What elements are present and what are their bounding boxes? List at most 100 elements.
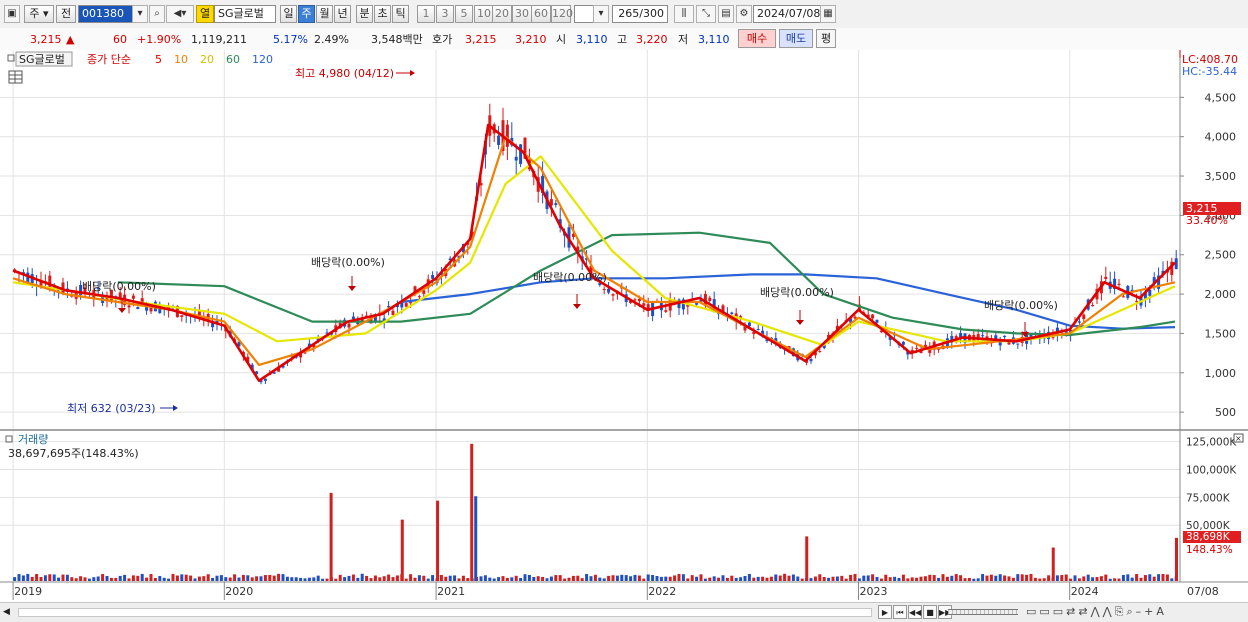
save-icon[interactable]: ▤ xyxy=(718,5,734,23)
volume-bar xyxy=(444,576,448,581)
chevron-down-icon[interactable]: ▾ xyxy=(593,5,609,23)
interval-6[interactable]: 60 xyxy=(531,5,551,23)
legend-ma-10[interactable]: 10 xyxy=(174,53,188,66)
sound-icon[interactable]: ◀▾ xyxy=(166,5,194,23)
search-icon[interactable]: ⌕ xyxy=(149,5,165,23)
volume-bar xyxy=(118,575,122,581)
volume-bar xyxy=(131,575,135,581)
line-tool-icon[interactable]: ⤡ xyxy=(696,5,716,23)
volume-bar xyxy=(655,575,659,581)
legend-ma-20[interactable]: 20 xyxy=(200,53,214,66)
volume-bar xyxy=(809,578,813,581)
legend-ma-5[interactable]: 5 xyxy=(155,53,162,66)
volume-bar xyxy=(677,573,681,581)
volume-bar xyxy=(395,575,399,581)
candle-body xyxy=(915,347,919,349)
volume-bar xyxy=(299,577,303,581)
volume-bar xyxy=(109,577,113,581)
volume-bar xyxy=(162,577,166,581)
volume-bar xyxy=(479,576,483,581)
window-icon[interactable]: ▣ xyxy=(4,5,20,23)
volume-bar xyxy=(563,578,567,581)
volume-bar xyxy=(752,577,756,581)
interval-1[interactable]: 3 xyxy=(436,5,454,23)
buy-button[interactable]: 매수 xyxy=(738,29,776,48)
scroll-left-icon[interactable]: ◀ xyxy=(3,606,15,619)
period-0[interactable]: 일 xyxy=(280,5,297,23)
volume-bar xyxy=(1007,576,1011,581)
nav-button-1[interactable]: ⏮ xyxy=(893,605,907,619)
period-3[interactable]: 년 xyxy=(334,5,351,23)
volume-bar xyxy=(941,574,945,581)
volume-bar xyxy=(312,577,316,581)
eval-button[interactable]: 평 xyxy=(816,29,836,48)
period-6[interactable]: 틱 xyxy=(392,5,409,23)
zoom-slider[interactable] xyxy=(948,609,1018,615)
volume-bar xyxy=(413,577,417,581)
volume-bar xyxy=(853,573,857,581)
period-5[interactable]: 초 xyxy=(374,5,391,23)
volume-bar xyxy=(910,577,914,581)
volume-bar xyxy=(1038,578,1042,581)
nav-button-2[interactable]: ◀◀ xyxy=(908,605,922,619)
volume-bar xyxy=(976,578,980,581)
x-tick-label: 2022 xyxy=(648,585,676,598)
svg-text:×: × xyxy=(1235,434,1242,443)
market-select[interactable]: 주 ▾ xyxy=(24,5,54,23)
volume-bar xyxy=(1139,577,1143,581)
legend-ma-60[interactable]: 60 xyxy=(226,53,240,66)
current-price: 3,215 xyxy=(30,33,62,46)
volume-bar xyxy=(378,577,382,581)
period-1[interactable]: 주 xyxy=(298,5,315,23)
high-annotation: 최고 4,980 (04/12) xyxy=(295,67,394,80)
volume-bar xyxy=(1113,578,1117,581)
volume-bar xyxy=(1152,576,1156,581)
date-field[interactable]: 2024/07/08 xyxy=(753,5,821,23)
interval-7[interactable]: 120 xyxy=(551,5,573,23)
volume-bar xyxy=(725,577,729,581)
interval-5[interactable]: 30 xyxy=(512,5,532,23)
open-button[interactable]: 열 xyxy=(196,5,214,23)
volume-bar xyxy=(325,578,329,581)
trade-amount: 3,548백만 xyxy=(371,33,423,46)
stock-chart[interactable]: 4,5004,0003,5003,0002,5002,0001,5001,000… xyxy=(0,50,1248,602)
candle-icon[interactable]: ⫼ xyxy=(674,5,694,23)
interval-3[interactable]: 10 xyxy=(474,5,494,23)
change-value: 60 xyxy=(113,33,127,46)
volume-bar xyxy=(321,578,325,581)
gear-icon[interactable]: ⚙ xyxy=(736,5,752,23)
volume-bar xyxy=(74,578,78,581)
chevron-down-icon[interactable]: ▾ xyxy=(132,5,148,23)
volume-bar xyxy=(241,574,245,581)
nav-button-0[interactable]: ▶ xyxy=(878,605,892,619)
interval-4[interactable]: 20 xyxy=(492,5,512,23)
candle-body xyxy=(756,329,760,331)
scroll-track[interactable] xyxy=(18,608,872,617)
stock-name-field[interactable]: SG글로벌 xyxy=(214,5,276,23)
volume-bar xyxy=(712,576,716,581)
volume-bar xyxy=(747,573,751,581)
volume-bar xyxy=(1042,578,1046,581)
drawing-tools-icon[interactable]: ▭▭▭⇄⇄⋀⋀⎘⌕–+A xyxy=(1026,605,1246,620)
count-field[interactable]: 265/300 xyxy=(612,5,668,23)
volume-bar xyxy=(818,574,822,581)
calendar-icon[interactable]: ▦ xyxy=(820,5,836,23)
legend-ma-120[interactable]: 120 xyxy=(252,53,273,66)
volume-bar xyxy=(211,577,215,581)
volume-bar xyxy=(426,578,430,581)
y-tick-label: 4,000 xyxy=(1205,131,1237,144)
period-2[interactable]: 월 xyxy=(316,5,333,23)
prev-button[interactable]: 전 xyxy=(56,5,76,23)
candle-body xyxy=(611,294,615,296)
interval-2[interactable]: 5 xyxy=(455,5,473,23)
candle-body xyxy=(136,307,140,310)
sell-button[interactable]: 매도 xyxy=(779,29,813,48)
candle-body xyxy=(417,296,421,298)
nav-button-3[interactable]: ■ xyxy=(923,605,937,619)
volume-bar xyxy=(721,575,725,581)
interval-0[interactable]: 1 xyxy=(417,5,435,23)
period-4[interactable]: 분 xyxy=(356,5,373,23)
volume-bar xyxy=(391,577,395,581)
volume-bar xyxy=(945,576,949,581)
volume-bar xyxy=(285,576,289,581)
